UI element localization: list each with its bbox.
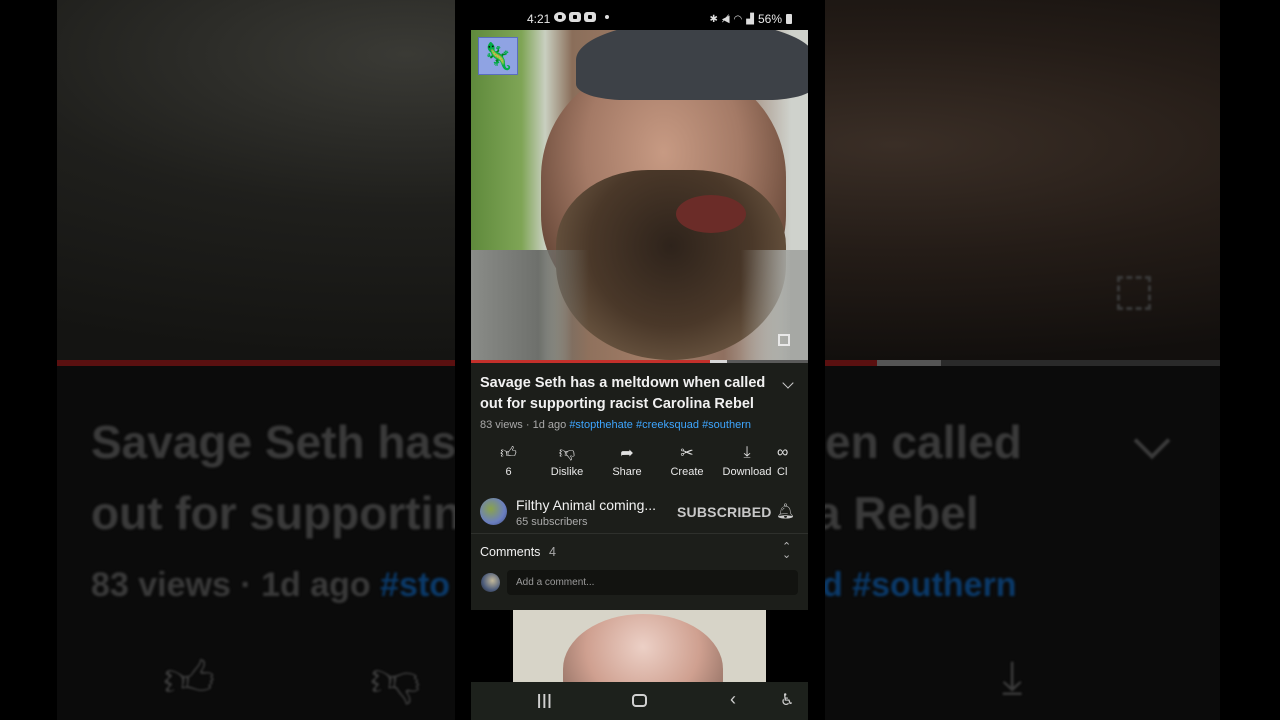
download-label: Download: [722, 466, 772, 478]
home-icon[interactable]: [632, 694, 647, 707]
channel-row[interactable]: Filthy Animal coming... 65 subscribers S…: [471, 492, 808, 534]
battery-percentage: 56%: [757, 12, 782, 26]
user-avatar: [481, 573, 500, 592]
next-video-thumbnail[interactable]: [513, 610, 766, 684]
thumbs-up-icon: 👍︎: [500, 444, 517, 462]
dislike-button[interactable]: 👎︎ Dislike: [537, 442, 597, 487]
background-fullscreen-icon: [1117, 276, 1151, 310]
video-meta: 83 views · 1d ago #stopthehate #creeksqu…: [480, 419, 751, 431]
thumbnail-content: [563, 614, 723, 684]
video-title[interactable]: Savage Seth has a meltdown when called o…: [480, 373, 780, 415]
mute-icon: ◀̸: [721, 13, 730, 25]
share-button[interactable]: ➦ Share: [597, 442, 657, 487]
video-frame-shirt: [471, 250, 808, 360]
background-video-frame: [825, 0, 1220, 362]
background-blur-right: en called a Rebel d #southern ⤓: [825, 0, 1280, 720]
video-player[interactable]: 🦎: [471, 30, 808, 360]
add-comment-input[interactable]: [507, 570, 798, 595]
bell-icon[interactable]: 🔔︎: [776, 502, 795, 520]
video-frame-mouth: [676, 195, 746, 233]
wifi-icon: ◠: [733, 13, 743, 25]
download-icon: ⤓: [743, 444, 751, 461]
accessibility-icon[interactable]: ♿︎: [780, 690, 794, 710]
subscribed-button[interactable]: SUBSCRIBED: [677, 504, 772, 520]
back-icon[interactable]: ‹: [730, 689, 736, 710]
background-chevron-icon: [1133, 422, 1171, 460]
view-count: 83 views: [480, 419, 523, 431]
share-label: Share: [612, 466, 642, 478]
dislike-label: Dislike: [550, 466, 584, 478]
background-blur-left: Savage Seth has out for supportin 83 vie…: [0, 0, 455, 720]
channel-watermark-icon[interactable]: 🦎: [478, 37, 518, 75]
app-notification-icon: [554, 12, 566, 22]
background-title-right2: a Rebel: [825, 487, 979, 539]
background-title-line1: Savage Seth has: [91, 416, 455, 468]
progress-buffer: [710, 360, 728, 363]
background-thumbs-down-icon: 👎︎: [370, 651, 421, 707]
phone-screen: 4:21 ✱ ◀̸ ◠ ▟ 56% 🦎 Savage Seth has a me…: [455, 0, 825, 720]
video-frame-cap: [576, 30, 808, 100]
android-nav-bar: ||| ‹ ♿︎: [471, 682, 808, 720]
create-icon: ✂: [680, 445, 694, 462]
create-button[interactable]: ✂ Create: [657, 442, 717, 487]
like-count: 6: [505, 466, 512, 478]
background-progress-bar: [57, 360, 455, 366]
comments-count: 4: [549, 545, 556, 559]
fullscreen-icon[interactable]: [778, 334, 790, 346]
clip-button[interactable]: ∞ Cl: [777, 442, 807, 487]
comments-label: Comments: [480, 545, 541, 559]
hashtag-link[interactable]: #stopthehate: [569, 419, 633, 431]
background-title-right1: en called: [825, 416, 1022, 468]
battery-icon: [786, 14, 792, 24]
status-bar: 4:21 ✱ ◀̸ ◠ ▟ 56%: [455, 0, 825, 30]
chevron-down-icon[interactable]: [782, 377, 794, 389]
expand-collapse-icon[interactable]: ⌃ ⌄: [782, 542, 791, 561]
background-meta: 83 views · 1d ago #sto: [91, 566, 450, 605]
background-meta-tag: #sto: [380, 566, 451, 604]
thumbs-down-icon: 👎︎: [558, 444, 576, 462]
clip-icon: ∞: [777, 444, 789, 461]
channel-avatar[interactable]: [480, 498, 507, 525]
bluetooth-icon: ✱: [709, 13, 718, 25]
youtube-notification-icon: [569, 12, 581, 22]
action-bar: 👍︎ 6 👎︎ Dislike ➦ Share ✂ Create ⤓ Downl…: [471, 442, 808, 487]
more-notifications-dot: [605, 15, 609, 19]
background-thumbs-up-icon: 👍︎: [163, 651, 216, 707]
clip-label: Cl: [777, 466, 788, 478]
signal-icon: ▟: [746, 13, 754, 25]
background-meta-text: 83 views · 1d ago: [91, 566, 381, 604]
upload-age: 1d ago: [532, 419, 567, 431]
meta-separator: ·: [525, 419, 530, 431]
background-panel: en called a Rebel d #southern ⤓: [825, 0, 1220, 720]
notification-icons: [554, 12, 609, 22]
youtube-app: 🦎 Savage Seth has a meltdown when called…: [471, 30, 808, 720]
status-time: 4:21: [527, 12, 551, 26]
system-status-icons: ✱ ◀̸ ◠ ▟ 56%: [709, 12, 792, 26]
background-meta-tag: d #southern: [825, 566, 1017, 604]
background-panel: Savage Seth has out for supportin 83 vie…: [57, 0, 455, 720]
background-progress-bar: [825, 360, 1220, 366]
download-button[interactable]: ⤓ Download: [717, 442, 777, 487]
create-label: Create: [670, 466, 704, 478]
channel-name[interactable]: Filthy Animal coming...: [516, 497, 656, 513]
subscriber-count: 65 subscribers: [516, 516, 588, 528]
background-title-line2: out for supportin: [91, 487, 455, 539]
youtube-notification-icon: [584, 12, 596, 22]
share-icon: ➦: [620, 445, 634, 462]
like-button[interactable]: 👍︎ 6: [480, 442, 537, 487]
comments-section[interactable]: Comments 4 ⌃ ⌄: [471, 535, 808, 605]
background-download-icon: ⤓: [1002, 651, 1023, 703]
background-video-frame: [57, 0, 455, 362]
background-meta-right: d #southern: [825, 566, 1017, 605]
hashtag-link[interactable]: #creeksquad: [636, 419, 699, 431]
hashtag-link[interactable]: #southern: [702, 419, 751, 431]
progress-played: [471, 360, 711, 363]
recent-apps-icon[interactable]: |||: [537, 692, 553, 709]
video-progress-bar[interactable]: [471, 360, 808, 363]
